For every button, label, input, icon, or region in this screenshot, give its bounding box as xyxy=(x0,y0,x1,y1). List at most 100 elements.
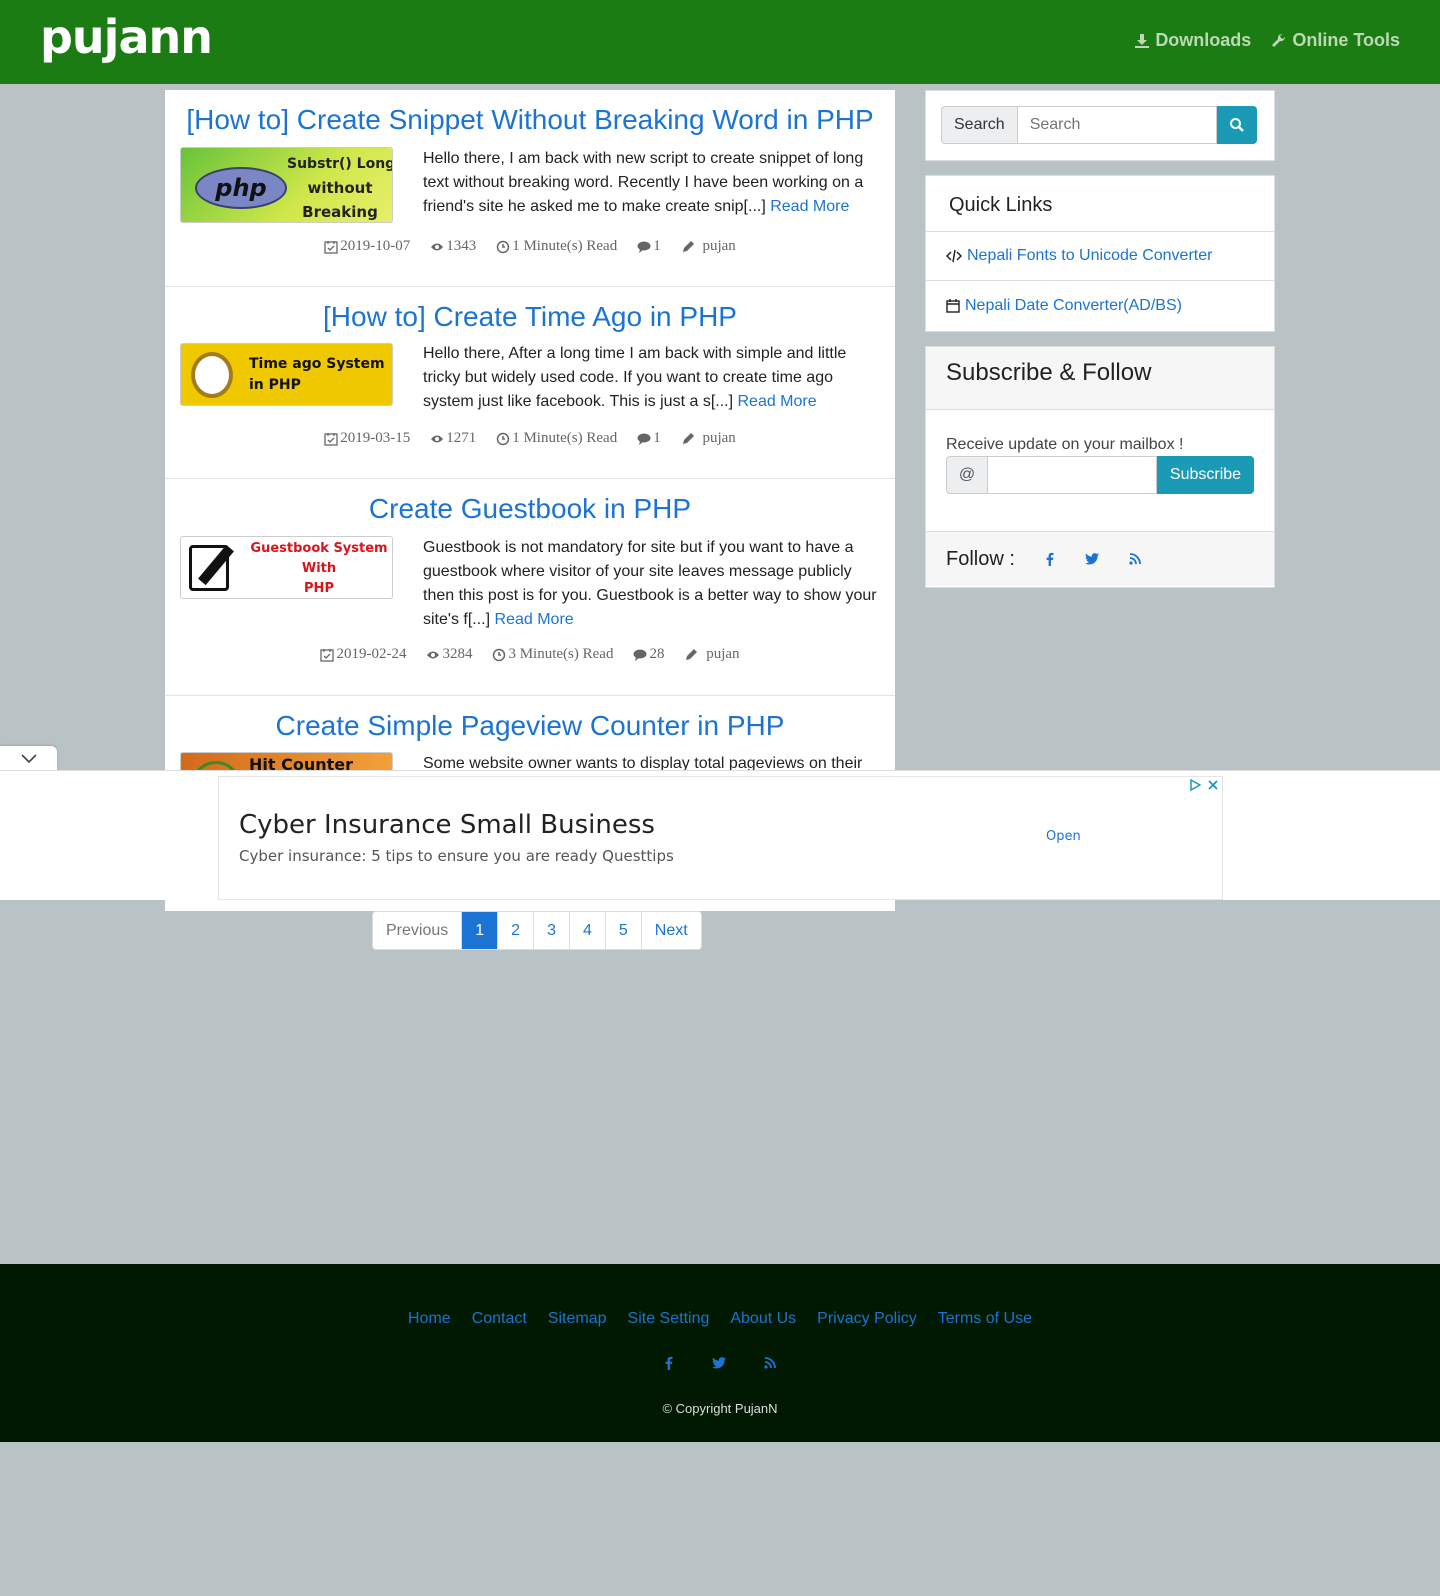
facebook-icon[interactable] xyxy=(1045,552,1055,566)
eye-icon xyxy=(427,651,440,658)
site-footer: Home Contact Sitemap Site Setting About … xyxy=(0,1264,1440,1442)
calendar-check-icon xyxy=(324,432,338,446)
post-excerpt: Guestbook is not mandatory for site but … xyxy=(423,536,878,632)
post-author: pujan xyxy=(684,646,740,663)
pagination-page-5[interactable]: 5 xyxy=(606,912,642,949)
post-author: pujan xyxy=(681,238,736,255)
quick-link-font-converter[interactable]: Nepali Fonts to Unicode Converter xyxy=(926,232,1274,281)
email-addon: @ xyxy=(946,456,987,494)
clock-image xyxy=(191,352,233,398)
subscribe-text: Receive update on your mailbox ! xyxy=(946,436,1184,453)
footer-link-privacy[interactable]: Privacy Policy xyxy=(817,1310,917,1328)
subscribe-form: @ Subscribe xyxy=(946,456,1254,494)
post-thumbnail[interactable]: Time ago System in PHP xyxy=(180,343,393,406)
rss-icon[interactable] xyxy=(1129,553,1141,565)
comments-text: 1 xyxy=(653,430,661,446)
post-title[interactable]: Create Guestbook in PHP xyxy=(165,493,895,525)
post-item: [How to] Create Snippet Without Breaking… xyxy=(165,90,895,287)
adchoices-icon[interactable] xyxy=(1189,779,1201,791)
ad-open-button[interactable]: Open xyxy=(1046,829,1081,844)
eye-icon xyxy=(431,435,444,442)
subscribe-button[interactable]: Subscribe xyxy=(1157,456,1254,494)
footer-link-home[interactable]: Home xyxy=(408,1310,451,1328)
footer-link-sitemap[interactable]: Sitemap xyxy=(548,1310,607,1328)
post-comments: 1 xyxy=(637,430,661,447)
nav-online-tools-label: Online Tools xyxy=(1292,30,1400,50)
post-title[interactable]: [How to] Create Time Ago in PHP xyxy=(165,301,895,333)
read-more-link[interactable]: Read More xyxy=(495,611,574,628)
author-text: pujan xyxy=(702,238,736,254)
email-field[interactable] xyxy=(987,456,1157,494)
post-thumbnail[interactable]: php Substr() Long Text without Breaking … xyxy=(180,147,393,223)
comments-text: 1 xyxy=(653,238,661,254)
post-thumbnail[interactable]: Guestbook System With PHP xyxy=(180,536,393,599)
search-label: Search xyxy=(941,106,1017,144)
comment-icon xyxy=(637,433,651,445)
post-date: 2019-02-24 xyxy=(320,646,406,663)
post-comments: 1 xyxy=(637,238,661,255)
post-excerpt: Hello there, After a long time I am back… xyxy=(423,342,878,414)
ad-title[interactable]: Cyber Insurance Small Business xyxy=(239,810,655,840)
post-title[interactable]: Create Simple Pageview Counter in PHP xyxy=(165,710,895,742)
twitter-icon[interactable] xyxy=(1084,553,1099,565)
clock-icon xyxy=(493,648,506,661)
post-meta: 2019-03-15 1271 1 Minute(s) Read 1 pujan xyxy=(165,430,895,447)
facebook-icon[interactable] xyxy=(664,1356,674,1375)
nav-downloads[interactable]: Downloads xyxy=(1134,30,1251,51)
thumb-text: Time ago System xyxy=(249,356,385,372)
read-more-link[interactable]: Read More xyxy=(737,393,816,410)
site-header: pujann Downloads Online Tools xyxy=(0,0,1440,84)
footer-link-site-setting[interactable]: Site Setting xyxy=(628,1310,710,1328)
search-button[interactable] xyxy=(1216,106,1257,144)
pagination-previous[interactable]: Previous xyxy=(373,912,463,949)
calendar-icon xyxy=(946,298,960,313)
post-read-time: 1 Minute(s) Read xyxy=(496,430,617,447)
ad-badges xyxy=(1189,779,1219,791)
close-icon[interactable] xyxy=(1207,779,1219,791)
post-item: Create Guestbook in PHP Guestbook System… xyxy=(165,479,895,696)
search-icon xyxy=(1229,118,1244,132)
quick-links-widget: Quick Links Nepali Fonts to Unicode Conv… xyxy=(925,175,1275,332)
pagination-next[interactable]: Next xyxy=(642,912,701,949)
quick-link-label: Nepali Fonts to Unicode Converter xyxy=(967,247,1213,264)
views-text: 1343 xyxy=(446,238,477,254)
site-logo[interactable]: pujann xyxy=(40,10,213,64)
post-date: 2019-03-15 xyxy=(324,430,410,447)
eye-icon xyxy=(431,243,444,250)
nav-online-tools[interactable]: Online Tools xyxy=(1271,30,1400,51)
download-icon xyxy=(1135,33,1150,48)
footer-link-terms[interactable]: Terms of Use xyxy=(938,1310,1032,1328)
post-views: 1343 xyxy=(430,238,476,255)
comment-icon xyxy=(637,241,651,253)
post-title[interactable]: [How to] Create Snippet Without Breaking… xyxy=(165,104,895,136)
calendar-check-icon xyxy=(320,648,335,662)
search-form: Search xyxy=(941,106,1257,144)
views-text: 3284 xyxy=(442,646,473,662)
ad-content[interactable]: Cyber Insurance Small Business Cyber ins… xyxy=(218,776,1223,900)
twitter-icon[interactable] xyxy=(712,1356,726,1375)
pencil-icon xyxy=(682,432,694,444)
calendar-check-icon xyxy=(324,240,338,254)
footer-links: Home Contact Sitemap Site Setting About … xyxy=(0,1310,1440,1328)
footer-link-contact[interactable]: Contact xyxy=(472,1310,527,1328)
thumb-text: without xyxy=(307,179,373,197)
ad-collapse-toggle[interactable] xyxy=(0,746,57,771)
footer-link-about[interactable]: About Us xyxy=(730,1310,796,1328)
date-text: 2019-10-07 xyxy=(340,238,411,254)
chevron-down-icon xyxy=(20,753,37,763)
pagination-page-1[interactable]: 1 xyxy=(462,912,499,949)
wrench-icon xyxy=(1272,33,1286,47)
top-navigation: Downloads Online Tools xyxy=(1134,30,1400,51)
read-time-text: 1 Minute(s) Read xyxy=(512,238,618,254)
rss-icon[interactable] xyxy=(764,1356,776,1375)
follow-label: Follow : xyxy=(946,547,1015,570)
thumb-text: Breaking Word xyxy=(302,203,378,221)
pagination-page-3[interactable]: 3 xyxy=(534,912,570,949)
nav-downloads-label: Downloads xyxy=(1155,30,1252,50)
read-more-link[interactable]: Read More xyxy=(770,198,849,215)
pagination-page-2[interactable]: 2 xyxy=(498,912,535,949)
pagination-page-4[interactable]: 4 xyxy=(570,912,606,949)
author-text: pujan xyxy=(706,646,740,662)
search-input[interactable] xyxy=(1016,106,1217,144)
quick-link-date-converter[interactable]: Nepali Date Converter(AD/BS) xyxy=(926,281,1274,330)
